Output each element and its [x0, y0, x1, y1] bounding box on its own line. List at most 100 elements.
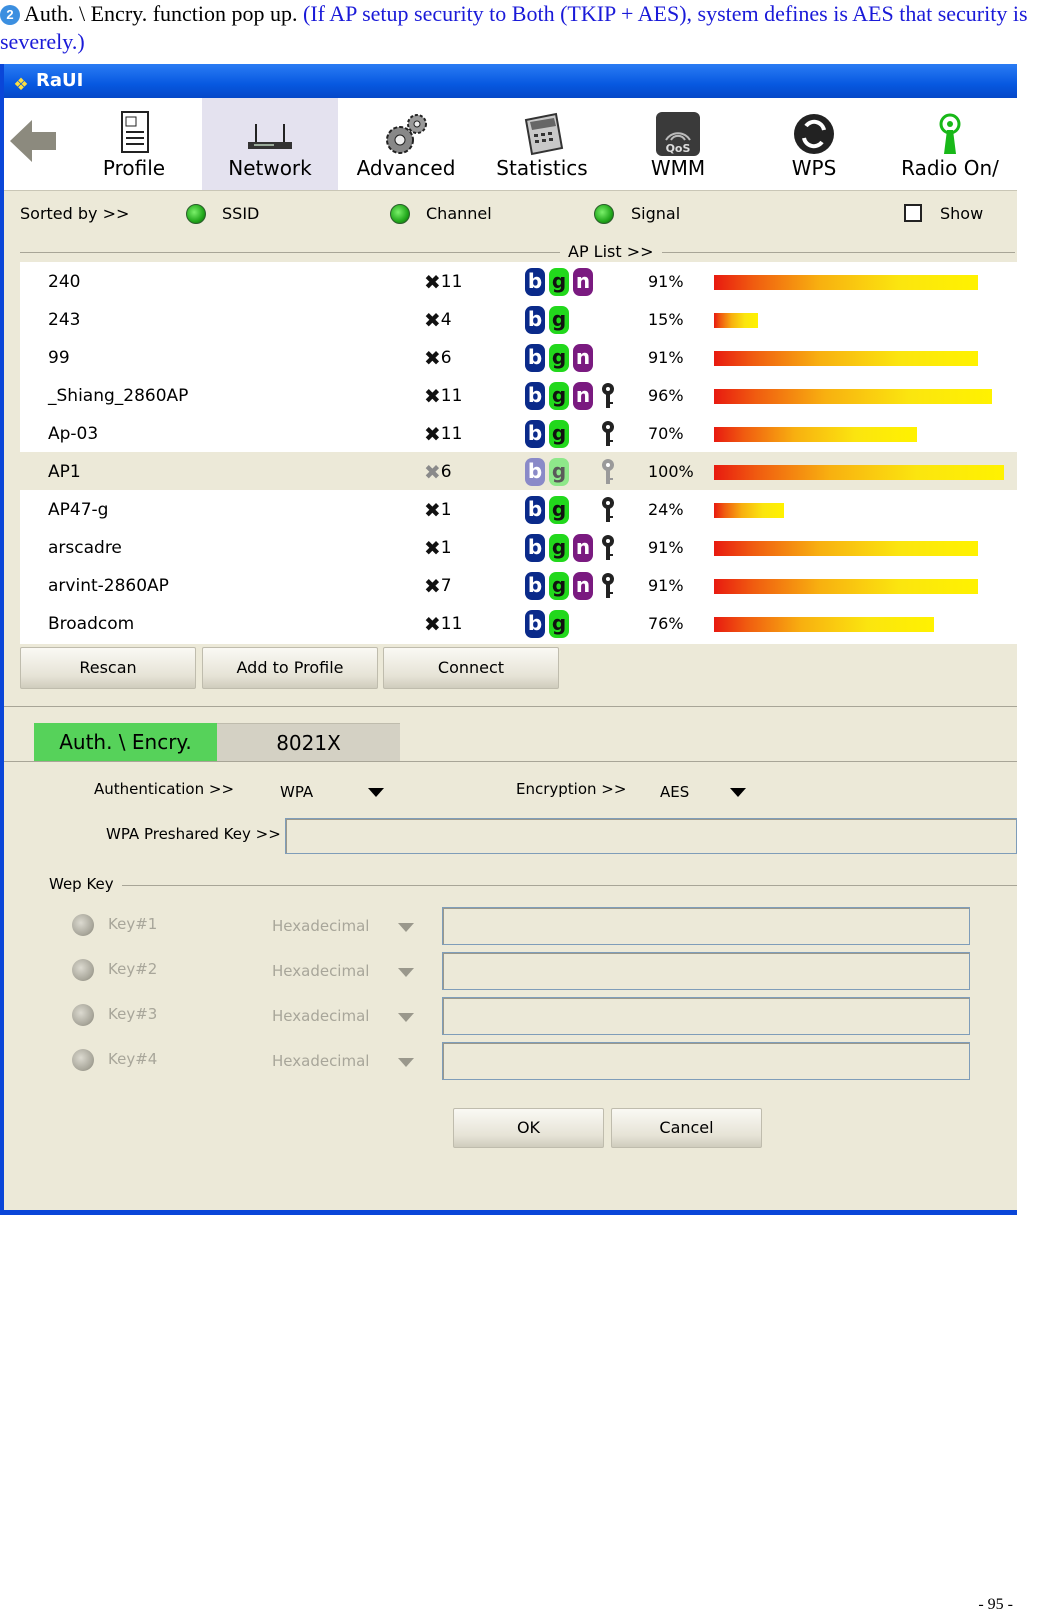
mode-b-badge: b: [525, 534, 545, 562]
mode-g-badge: g: [549, 534, 569, 562]
connect-button[interactable]: Connect: [383, 647, 559, 689]
ap-channel-number: 11: [440, 386, 463, 406]
ok-button[interactable]: OK: [453, 1108, 604, 1148]
psk-input[interactable]: [285, 818, 1017, 854]
main-toolbar: Profile Network Advanced Statistics QoS …: [4, 98, 1017, 191]
sort-channel-label: Channel: [426, 204, 492, 223]
mode-g-badge: g: [549, 268, 569, 296]
wep-key-radio[interactable]: [72, 914, 94, 936]
authentication-label: Authentication >>: [94, 780, 235, 798]
sort-signal-radio[interactable]: [594, 204, 614, 224]
mode-g-badge: g: [549, 306, 569, 334]
table-row[interactable]: Broadcom ✖11 b g 76%: [20, 604, 1017, 642]
mode-n-badge: n: [573, 344, 593, 372]
wep-key-format-value[interactable]: Hexadecimal: [272, 1052, 369, 1070]
toolbar-advanced[interactable]: Advanced: [338, 98, 474, 190]
back-arrow-icon[interactable]: [10, 118, 56, 164]
toolbar-radio-label: Radio On/: [901, 156, 999, 180]
mode-g-badge: g: [549, 382, 569, 410]
wep-key-format-value[interactable]: Hexadecimal: [272, 962, 369, 980]
wep-key-format-dropdown-icon[interactable]: [398, 968, 414, 977]
signal-percent: 15%: [648, 310, 684, 329]
security-key-icon: [602, 497, 614, 522]
ap-channel-number: 4: [440, 310, 452, 330]
network-icon: [248, 124, 292, 149]
wep-key-radio[interactable]: [72, 1004, 94, 1026]
mode-b-badge: b: [525, 306, 545, 334]
ap-channel: ✖4: [424, 308, 452, 332]
wep-key-input[interactable]: [442, 907, 970, 945]
signal-percent: 91%: [648, 538, 684, 557]
security-key-icon: [602, 421, 614, 446]
mode-n-badge: n: [573, 572, 593, 600]
mode-n-badge: n: [573, 268, 593, 296]
wep-key-format-value[interactable]: Hexadecimal: [272, 1007, 369, 1025]
ap-channel-number: 11: [440, 424, 463, 444]
wep-key-format-dropdown-icon[interactable]: [398, 1013, 414, 1022]
add-to-profile-button[interactable]: Add to Profile: [202, 647, 378, 689]
toolbar-profile[interactable]: Profile: [66, 98, 202, 190]
ap-channel-number: 1: [440, 538, 452, 558]
wep-key-radio[interactable]: [72, 1049, 94, 1071]
ap-channel: ✖11: [424, 270, 462, 294]
authentication-dropdown-icon[interactable]: [368, 788, 384, 797]
show-checkbox[interactable]: [904, 204, 922, 222]
wep-key-format-dropdown-icon[interactable]: [398, 923, 414, 932]
ap-channel: ✖7: [424, 574, 452, 598]
encryption-dropdown-icon[interactable]: [730, 788, 746, 797]
toolbar-wps[interactable]: WPS: [746, 98, 882, 190]
wep-key-input[interactable]: [442, 997, 970, 1035]
wep-key-format-value[interactable]: Hexadecimal: [272, 917, 369, 935]
title-bar[interactable]: ❖ RaUI: [4, 64, 1017, 98]
ap-channel: ✖1: [424, 498, 452, 522]
table-row[interactable]: AP1 ✖6 b g 100%: [20, 452, 1017, 490]
ap-list-table[interactable]: 240 ✖11 b g n 91% 243 ✖4 b g 15% 99 ✖6 b g n 91% _Shiang_…: [20, 262, 1017, 644]
signal-strength-bar: [714, 579, 978, 594]
panel-divider: [4, 706, 1017, 707]
channel-antenna-icon: ✖: [424, 422, 441, 446]
signal-percent: 70%: [648, 424, 684, 443]
table-row[interactable]: _Shiang_2860AP ✖11 b g n 96%: [20, 376, 1017, 414]
mode-n-badge: n: [573, 534, 593, 562]
signal-strength-bar: [714, 351, 978, 366]
show-label: Show: [940, 204, 984, 223]
signal-percent: 76%: [648, 614, 684, 633]
table-row[interactable]: Ap-03 ✖11 b g 70%: [20, 414, 1017, 452]
cancel-button[interactable]: Cancel: [611, 1108, 762, 1148]
toolbar-radio[interactable]: Radio On/: [882, 98, 1017, 190]
toolbar-wmm-label: WMM: [650, 156, 706, 180]
table-row[interactable]: arscadre ✖1 b g n 91%: [20, 528, 1017, 566]
tab-underline: [4, 761, 1017, 762]
ap-ssid: 240: [48, 272, 81, 292]
tab-auth-encry[interactable]: Auth. \ Encry.: [34, 723, 217, 761]
channel-antenna-icon: ✖: [424, 384, 441, 408]
sort-channel-radio[interactable]: [390, 204, 410, 224]
toolbar-statistics[interactable]: Statistics: [474, 98, 610, 190]
toolbar-wmm[interactable]: QoS WMM: [610, 98, 746, 190]
table-row[interactable]: 243 ✖4 b g 15%: [20, 300, 1017, 338]
toolbar-network[interactable]: Network: [202, 98, 338, 190]
wep-key-label: Wep Key: [49, 875, 114, 893]
tab-8021x[interactable]: 8021X: [217, 723, 400, 761]
document-heading: 2 Auth. \ Encry. function pop up. (If AP …: [0, 0, 1037, 56]
mode-g-badge: g: [549, 610, 569, 638]
ap-ssid: AP47-g: [48, 500, 109, 520]
mode-g-badge: g: [549, 458, 569, 486]
table-row[interactable]: 99 ✖6 b g n 91%: [20, 338, 1017, 376]
signal-strength-bar: [714, 541, 978, 556]
table-row[interactable]: 240 ✖11 b g n 91%: [20, 262, 1017, 300]
wep-key-format-dropdown-icon[interactable]: [398, 1058, 414, 1067]
mode-g-badge: g: [549, 420, 569, 448]
toolbar-advanced-label: Advanced: [356, 156, 456, 180]
table-row[interactable]: arvint-2860AP ✖7 b g n 91%: [20, 566, 1017, 604]
ap-list-label: AP List >>: [560, 242, 662, 261]
gears-icon: [386, 114, 427, 154]
wep-key-input[interactable]: [442, 952, 970, 990]
mode-b-badge: b: [525, 420, 545, 448]
rescan-button[interactable]: Rescan: [20, 647, 196, 689]
wep-key-input[interactable]: [442, 1042, 970, 1080]
sort-signal-label: Signal: [631, 204, 681, 223]
sort-ssid-radio[interactable]: [186, 204, 206, 224]
table-row[interactable]: AP47-g ✖1 b g 24%: [20, 490, 1017, 528]
wep-key-radio[interactable]: [72, 959, 94, 981]
